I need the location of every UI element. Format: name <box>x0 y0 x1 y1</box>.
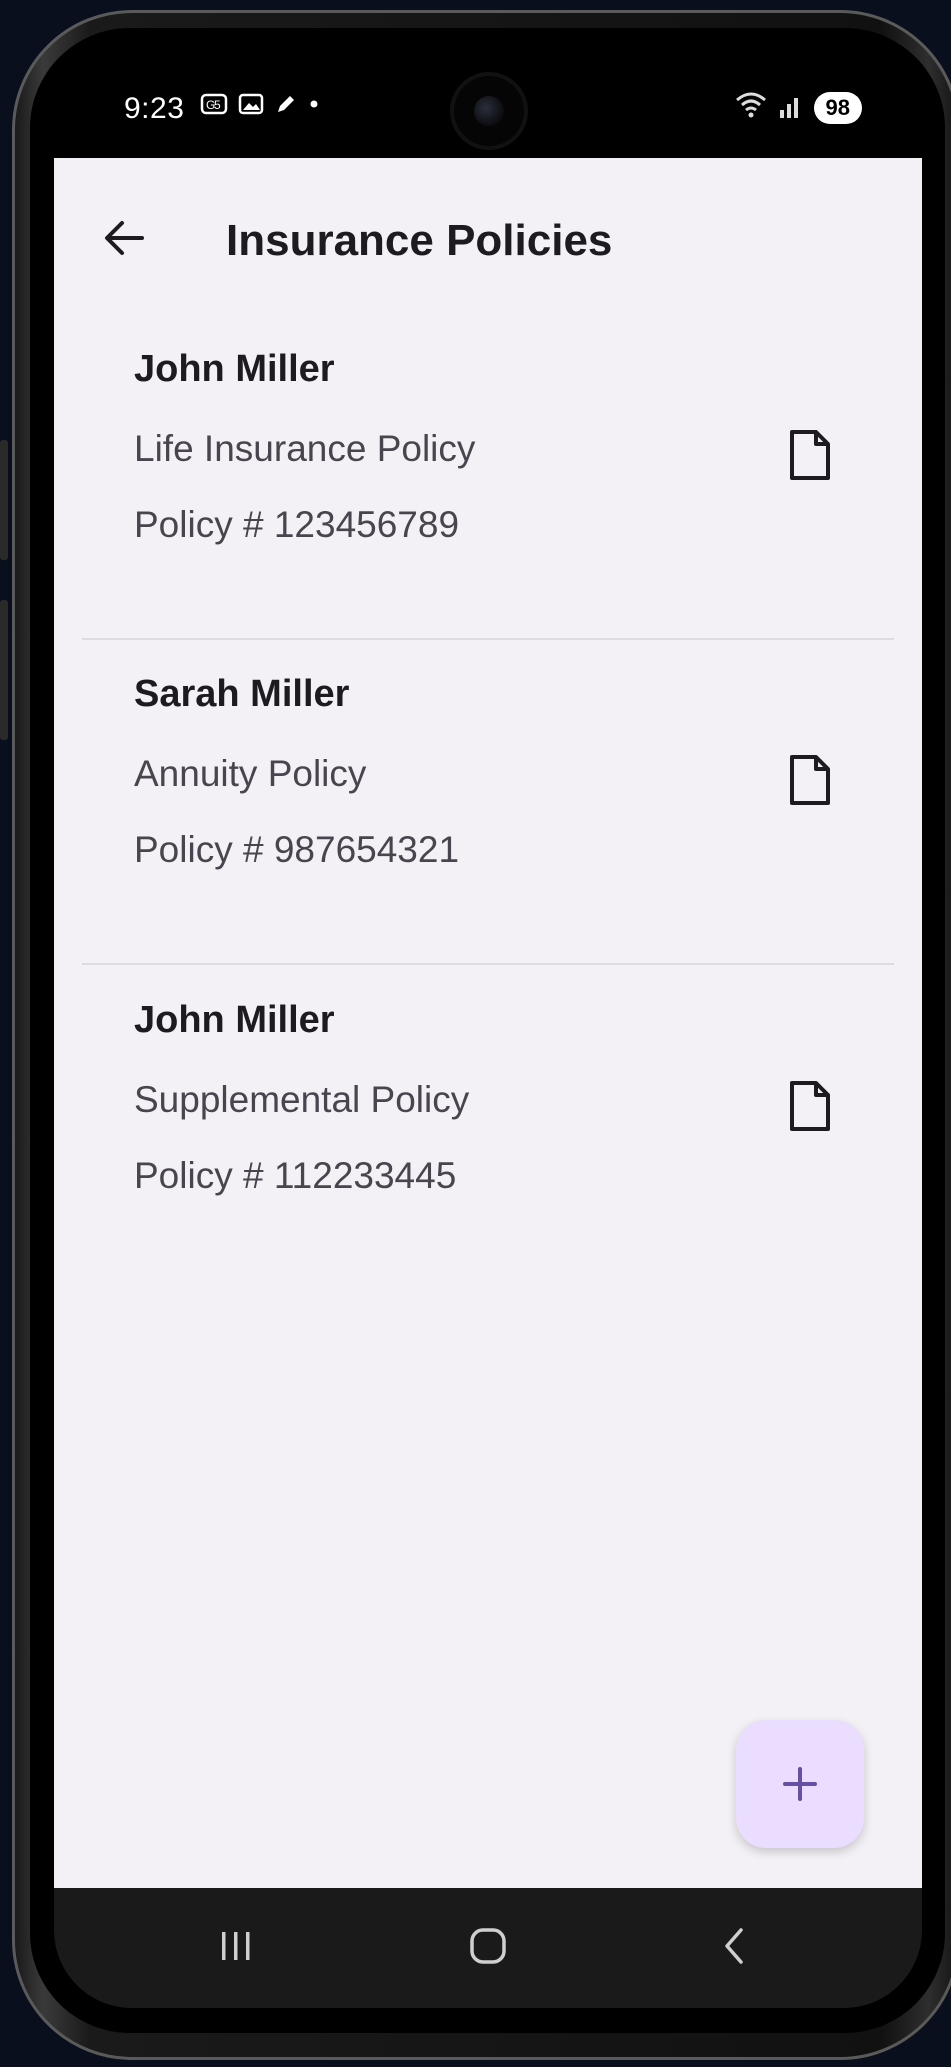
policy-type: Supplemental Policy <box>134 1079 470 1120</box>
status-icons-left: G5 <box>200 92 320 123</box>
system-navigation-bar <box>54 1888 922 2008</box>
signal-icon <box>778 90 804 125</box>
app-header: Insurance Policies <box>54 158 922 318</box>
policy-item[interactable]: Sarah Miller Annuity Policy Policy # 987… <box>54 673 922 998</box>
policy-number: Policy # 123456789 <box>134 504 460 545</box>
svg-text:5: 5 <box>214 98 221 112</box>
system-back-button[interactable] <box>700 1916 770 1976</box>
document-button[interactable] <box>788 428 832 482</box>
phone-screen: 9:23 G5 98 Insurance Policies John Mille… <box>54 52 922 2008</box>
document-icon <box>790 430 830 480</box>
insurance-policies-screen: Insurance Policies John Miller Life Insu… <box>54 158 922 1888</box>
dot-icon <box>308 92 320 123</box>
gallery-icon <box>238 92 264 123</box>
status-icons-right: 98 <box>734 90 862 125</box>
arrow-left-icon <box>105 221 144 255</box>
document-button[interactable] <box>788 1079 832 1133</box>
status-time: 9:23 <box>124 92 185 125</box>
document-icon <box>790 1081 830 1131</box>
policy-number: Policy # 987654321 <box>134 829 460 870</box>
policy-item[interactable]: John Miller Supplemental Policy Policy #… <box>54 999 922 1324</box>
page-title: Insurance Policies <box>226 216 613 265</box>
plus-icon <box>783 1767 817 1801</box>
home-icon <box>470 1928 506 1964</box>
recent-apps-icon <box>222 1932 250 1960</box>
recent-apps-button[interactable] <box>201 1916 271 1976</box>
policy-number: Policy # 112233445 <box>134 1155 457 1196</box>
list-divider <box>82 638 894 640</box>
policy-type: Annuity Policy <box>134 753 367 794</box>
status-bar: 9:23 G5 98 <box>54 52 922 158</box>
battery-indicator: 98 <box>813 91 862 124</box>
policy-holder-name: John Miller <box>134 999 335 1041</box>
back-icon <box>725 1928 743 1964</box>
list-divider <box>82 963 894 965</box>
back-button[interactable] <box>94 208 154 268</box>
policy-holder-name: Sarah Miller <box>134 673 350 715</box>
power-button <box>0 600 8 740</box>
policy-type: Life Insurance Policy <box>134 428 476 469</box>
pen-icon <box>274 92 298 123</box>
policy-item[interactable]: John Miller Life Insurance Policy Policy… <box>54 348 922 673</box>
home-button[interactable] <box>453 1916 523 1976</box>
front-camera <box>450 72 528 150</box>
wifi-icon <box>734 90 768 125</box>
document-button[interactable] <box>788 753 832 807</box>
policy-holder-name: John Miller <box>134 348 335 390</box>
notification-icon: G5 <box>200 92 228 123</box>
document-icon <box>790 755 830 805</box>
add-policy-button[interactable] <box>736 1720 864 1848</box>
volume-button <box>0 440 8 560</box>
